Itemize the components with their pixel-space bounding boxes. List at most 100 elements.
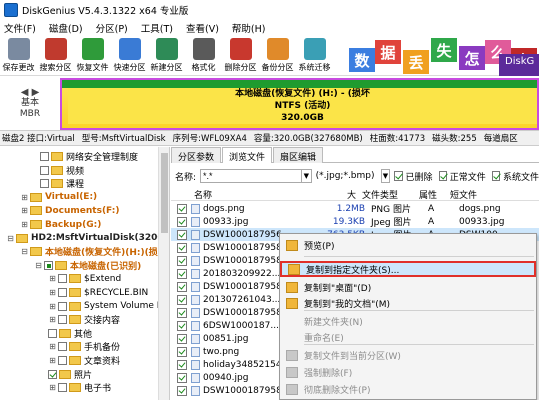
context-menu-item[interactable]: 复制到指定文件夹(S)...	[280, 261, 536, 277]
expand-icon[interactable]: ⊞	[48, 302, 57, 311]
tree-checkbox[interactable]	[40, 179, 49, 189]
file-checkbox[interactable]	[177, 320, 187, 331]
tab-1[interactable]: 浏览文件	[222, 147, 273, 163]
ad-banner[interactable]: 数据丢失怎么办DiskG	[345, 36, 539, 76]
tab-0[interactable]: 分区参数	[171, 147, 222, 163]
tree-checkbox[interactable]	[48, 328, 57, 338]
menu-item[interactable]: 查看(V)	[186, 21, 219, 35]
system-files-checkbox[interactable]	[491, 171, 500, 181]
tree-node[interactable]: ⊞ 手机备份	[48, 340, 120, 353]
tree-checkbox[interactable]	[40, 165, 49, 175]
toolbar-button[interactable]: 快速分区	[111, 36, 148, 76]
menu-item[interactable]: 分区(P)	[96, 21, 128, 35]
context-menu-item[interactable]: 复制到"桌面"(D)	[280, 279, 536, 295]
file-checkbox[interactable]	[177, 346, 187, 357]
tree-node[interactable]: ⊟ HD2:MsftVirtualDisk(320GB)	[6, 232, 169, 245]
context-menu-item[interactable]: 预览(P)	[280, 237, 536, 253]
tree-checkbox[interactable]	[58, 288, 67, 297]
expand-icon[interactable]: ⊞	[48, 288, 57, 297]
tree-node[interactable]: ⊞ $RECYCLE.BIN	[48, 286, 148, 299]
menu-item[interactable]: 工具(T)	[141, 21, 173, 35]
tree-node[interactable]: ⊞ Documents(F:)	[20, 204, 119, 217]
tree-node[interactable]: 照片	[48, 368, 92, 381]
toolbar-button[interactable]: 删除分区	[222, 36, 259, 76]
toolbar-button[interactable]: 保存更改	[0, 36, 37, 76]
toolbar-button[interactable]: 系统迁移	[296, 36, 333, 76]
file-checkbox[interactable]	[177, 385, 187, 396]
directory-tree[interactable]: 网络安全管理制度 视频 课程 ⊞ Virtual(E:) ⊞ Documents(F:) ⊞ B…	[0, 147, 170, 400]
file-checkbox[interactable]	[177, 359, 187, 370]
tab-2[interactable]: 扇区编辑	[273, 147, 324, 163]
menu-item[interactable]: 文件(F)	[4, 21, 36, 35]
expand-icon[interactable]: ⊞	[20, 220, 29, 229]
tree-checkbox[interactable]	[44, 260, 53, 270]
column-size[interactable]: 大	[318, 188, 356, 201]
file-checkbox[interactable]	[177, 216, 187, 227]
tree-node[interactable]: 网络安全管理制度	[40, 150, 138, 163]
filename-filter-input[interactable]	[200, 169, 303, 183]
tree-node[interactable]: ⊟ 本地磁盘(恢复文件)(H:)(损坏	[20, 245, 167, 258]
column-name[interactable]: 名称	[194, 188, 318, 201]
tree-scrollbar[interactable]	[158, 147, 169, 400]
file-checkbox[interactable]	[177, 281, 187, 292]
filter-dropdown-icon[interactable]: ▼	[302, 169, 312, 183]
file-checkbox[interactable]	[177, 294, 187, 305]
tree-node[interactable]: ⊞ 文章资料	[48, 354, 120, 367]
tree-checkbox[interactable]	[58, 383, 67, 393]
tree-checkbox[interactable]	[58, 342, 67, 352]
deleted-checkbox[interactable]	[394, 171, 403, 181]
tree-node[interactable]: ⊞ $Extend	[48, 272, 121, 285]
expand-icon[interactable]: ⊞	[48, 356, 57, 365]
tree-node[interactable]: ⊟ 本地磁盘(已识别)	[34, 259, 141, 272]
expand-icon[interactable]: ⊞	[20, 193, 29, 202]
tree-node[interactable]: 视频	[40, 164, 84, 177]
file-row[interactable]: dogs.png 1.2MB PNG 图片 Adogs.png	[171, 202, 539, 215]
toolbar-button[interactable]: 格式化	[185, 36, 222, 76]
collapse-icon[interactable]: ⊟	[20, 247, 29, 256]
column-short-name[interactable]: 短文件	[447, 188, 507, 201]
expand-icon[interactable]: ⊞	[48, 342, 57, 351]
toolbar-button[interactable]: 备份分区	[259, 36, 296, 76]
file-row[interactable]: 00933.jpg 19.3KB Jpeg 图片 A 00933.jpg	[171, 215, 539, 228]
expand-icon[interactable]: ⊞	[48, 274, 57, 283]
disk-nav[interactable]: ◀ ▶ 基本 MBR	[4, 80, 56, 126]
tree-scrollbar-thumb[interactable]	[161, 153, 168, 233]
partition-block[interactable]: 本地磁盘(恢复文件) (H:) - (损坏 NTFS (活动) 320.0GB	[60, 78, 539, 130]
toolbar-button[interactable]: 恢复文件	[74, 36, 111, 76]
tree-checkbox[interactable]	[58, 301, 67, 311]
file-checkbox[interactable]	[177, 242, 187, 253]
menu-item[interactable]: 帮助(H)	[232, 21, 266, 35]
expand-icon[interactable]: ⊞	[20, 206, 29, 215]
file-checkbox[interactable]	[177, 229, 187, 240]
file-checkbox[interactable]	[177, 372, 187, 383]
expand-icon[interactable]: ⊞	[48, 315, 57, 324]
tree-node[interactable]: 其他	[48, 327, 92, 340]
extension-dropdown-icon[interactable]: ▼	[380, 169, 391, 183]
tree-checkbox[interactable]	[58, 315, 67, 325]
file-checkbox[interactable]	[177, 203, 187, 214]
tree-node[interactable]: ⊞ Backup(G:)	[20, 218, 101, 231]
tree-checkbox[interactable]	[58, 356, 67, 365]
tree-checkbox[interactable]	[58, 274, 67, 284]
file-checkbox[interactable]	[177, 255, 187, 266]
tree-node[interactable]: ⊞ 电子书	[48, 381, 111, 394]
tree-node[interactable]: 课程	[40, 177, 84, 190]
nav-arrows-icon[interactable]: ◀ ▶	[21, 87, 40, 98]
normal-files-checkbox[interactable]	[438, 171, 447, 181]
toolbar-button[interactable]: 搜索分区	[37, 36, 74, 76]
toolbar-button[interactable]: 新建分区	[148, 36, 185, 76]
context-menu-item[interactable]: 复制到"我的文档"(M)	[280, 295, 536, 311]
menu-item[interactable]: 磁盘(D)	[49, 21, 83, 35]
tree-checkbox[interactable]	[40, 152, 49, 161]
collapse-icon[interactable]: ⊟	[6, 234, 15, 243]
file-checkbox[interactable]	[177, 307, 187, 318]
column-attr[interactable]: 属性	[415, 188, 447, 201]
column-type[interactable]: 文件类型	[359, 188, 415, 201]
tree-node[interactable]: ⊞ System Volume In	[48, 300, 165, 313]
tree-node[interactable]: ⊞ Virtual(E:)	[20, 191, 97, 204]
collapse-icon[interactable]: ⊟	[34, 261, 43, 270]
tree-checkbox[interactable]	[48, 369, 57, 379]
tree-node[interactable]: ⊞ 交接内容	[48, 313, 120, 326]
file-checkbox[interactable]	[177, 268, 187, 279]
file-checkbox[interactable]	[177, 333, 187, 344]
